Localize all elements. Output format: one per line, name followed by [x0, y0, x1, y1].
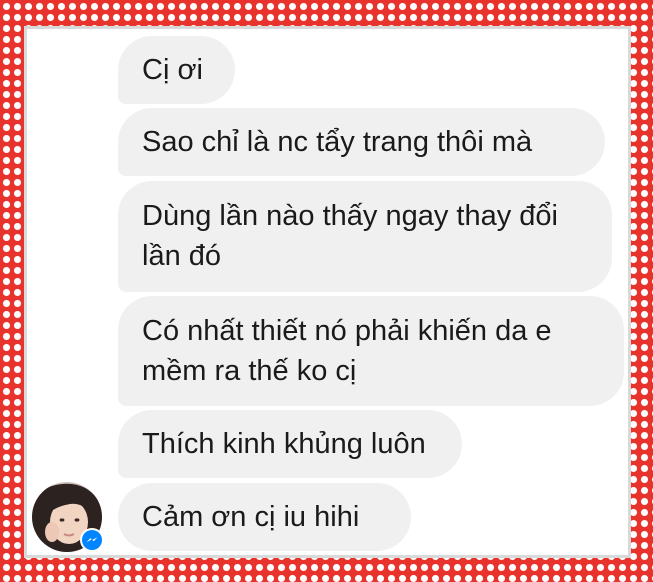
message-text-line: Có nhất thiết nó phải khiến da e	[142, 315, 552, 347]
message-bubble[interactable]: Sao chỉ là nc tẩy trang thôi mà	[118, 108, 605, 176]
message-text: Thích kinh khủng luôn	[142, 428, 426, 460]
message-bubble[interactable]: Cị ơi	[118, 36, 235, 104]
message-bubble[interactable]: Cảm ơn cị iu hihi	[118, 483, 411, 551]
message-list: Cị ơi Sao chỉ là nc tẩy trang thôi mà Dù…	[27, 29, 628, 555]
message-text: Sao chỉ là nc tẩy trang thôi mà	[142, 126, 533, 158]
message-text-line: mềm ra thế ko cị	[142, 355, 357, 387]
message-bubble[interactable]: Dùng lần nào thấy ngay thay đổi lần đó	[118, 181, 612, 292]
message-text-line: lần đó	[142, 240, 222, 272]
message-text: Cị ơi	[142, 54, 203, 86]
chat-screenshot-panel: Cị ơi Sao chỉ là nc tẩy trang thôi mà Dù…	[24, 26, 631, 558]
messenger-icon	[80, 528, 104, 552]
message-bubble[interactable]: Có nhất thiết nó phải khiến da e mềm ra …	[118, 296, 624, 406]
message-text: Cảm ơn cị iu hihi	[142, 501, 360, 533]
message-text-line: Dùng lần nào thấy ngay thay đổi	[142, 200, 558, 232]
message-bubble[interactable]: Thích kinh khủng luôn	[118, 410, 462, 478]
